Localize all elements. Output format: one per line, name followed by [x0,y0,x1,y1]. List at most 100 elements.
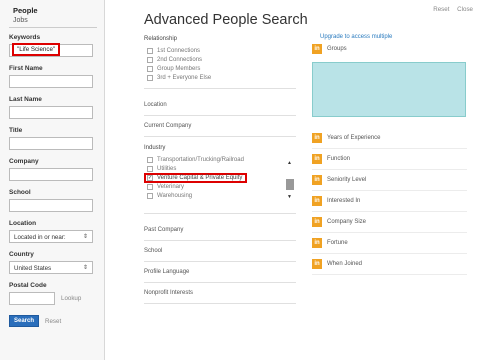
search-actions: Search Reset [9,315,104,327]
option-label: 1st Connections [157,47,201,54]
company-field[interactable] [9,168,93,181]
industry-title: Industry [144,145,166,151]
option-label: 3rd + Everyone Else [157,74,212,81]
profile-language-section[interactable]: Profile Language [144,262,296,283]
premium-filter-column: Upgrade to access multiple in Groups in Y… [312,34,467,275]
industry-option[interactable]: Transportation/Trucking/Railroad [147,155,296,164]
premium-filter[interactable]: in Fortune [312,233,467,254]
divider [144,88,296,89]
premium-filter[interactable]: in Function [312,149,467,170]
checkbox-icon[interactable] [147,192,153,199]
premium-filter[interactable]: in Seniority Level [312,170,467,191]
industry-option[interactable]: Warehousing [147,191,296,200]
first-name-label: First Name [9,65,43,72]
filter-label: Company Size [327,219,367,225]
keywords-label: Keywords [9,34,41,41]
divider [144,213,296,214]
checkbox-icon[interactable] [147,56,153,63]
postal-code-label: Postal Code [9,282,47,289]
premium-filter[interactable]: in When Joined [312,254,467,275]
close-link[interactable]: Close [457,6,473,13]
relationship-option[interactable]: 2nd Connections [147,55,296,64]
updown-caret-icon: ⇕ [82,234,88,240]
filter-label: Years of Experience [327,135,381,141]
postal-row: Lookup [9,292,104,305]
relationship-title: Relationship [144,36,178,42]
past-company-section[interactable]: Past Company [144,220,296,241]
updown-caret-icon: ⇕ [82,265,88,271]
tab-divider [9,27,97,28]
option-label: Warehousing [157,192,193,199]
first-name-field[interactable] [9,75,93,88]
relationship-option[interactable]: Group Members [147,64,296,73]
checkbox-icon[interactable] [147,47,153,54]
tab-jobs[interactable]: Jobs [13,17,104,24]
advanced-search-dialog: Advanced People Search Reset Close Relat… [105,0,480,360]
option-label: Utilities [157,165,177,172]
linkedin-badge-icon: in [312,259,322,269]
lookup-link[interactable]: Lookup [61,295,81,302]
current-company-section[interactable]: Current Company [144,116,296,137]
relationship-option[interactable]: 3rd + Everyone Else [147,73,296,82]
keywords-field[interactable]: "Life Science" [9,43,93,57]
checkbox-icon[interactable] [147,183,153,190]
title-label: Title [9,127,23,134]
linkedin-badge-icon: in [312,154,322,164]
postal-code-field[interactable] [9,292,55,305]
linkedin-badge-icon: in [312,217,322,227]
premium-filter[interactable]: in Years of Experience [312,128,467,149]
filter-label: Interested In [327,198,361,204]
location-section[interactable]: Location [144,95,296,116]
nonprofit-interests-section[interactable]: Nonprofit Interests [144,283,296,304]
industry-option-selected[interactable]: ✓ Venture Capital & Private Equity [144,172,296,183]
company-label: Company [9,158,39,165]
last-name-label: Last Name [9,96,42,103]
scroll-down-icon[interactable]: ▼ [287,194,292,200]
premium-filter[interactable]: in Interested In [312,191,467,212]
location-label: Location [9,220,37,227]
reset-link[interactable]: Reset [433,6,449,13]
last-name-field[interactable] [9,106,93,119]
location-select-value: Located in or near: [14,234,66,241]
page-title: Advanced People Search [144,12,308,28]
checkbox-icon[interactable] [147,74,153,81]
checkbox-icon[interactable] [147,65,153,72]
checkbox-icon[interactable] [147,165,153,172]
left-reset-link[interactable]: Reset [45,318,61,325]
linkedin-badge-icon: in [312,238,322,248]
country-select[interactable]: United States ⇕ [9,261,93,274]
relationship-option[interactable]: 1st Connections [147,46,296,55]
industry-option[interactable]: Veterinary [147,182,296,191]
title-field[interactable] [9,137,93,150]
linkedin-badge-icon: in [312,196,322,206]
linkedin-badge-icon: in [312,133,322,143]
groups-filter[interactable]: in Groups [312,43,467,54]
option-label: Veterinary [157,183,185,190]
search-button[interactable]: Search [9,315,40,327]
industry-scrollbar[interactable]: ▲ ▼ [286,160,294,208]
tab-people[interactable]: People [13,6,104,15]
filter-column: Relationship 1st Connections 2nd Connect… [144,36,296,304]
upgrade-link[interactable]: Upgrade to access multiple [320,34,467,40]
industry-section: Industry Transportation/Trucking/Railroa… [144,137,296,211]
filter-label: When Joined [327,261,363,267]
industry-list[interactable]: Transportation/Trucking/Railroad Utiliti… [144,155,296,211]
premium-filter[interactable]: in Company Size [312,212,467,233]
filter-label: Fortune [327,240,348,246]
country-select-value: United States [14,265,52,272]
checkbox-icon[interactable] [147,156,153,163]
option-label: Venture Capital & Private Equity [157,174,243,181]
scroll-up-icon[interactable]: ▲ [287,160,292,166]
location-select[interactable]: Located in or near: ⇕ [9,230,93,243]
school-field[interactable] [9,199,93,212]
keywords-value: "Life Science" [12,43,61,56]
country-label: Country [9,251,34,258]
highlight-box: ✓ Venture Capital & Private Equity [144,172,248,183]
scroll-thumb[interactable] [286,179,294,190]
groups-panel [312,62,466,117]
option-label: Transportation/Trucking/Railroad [157,156,244,163]
filter-label: Function [327,156,351,162]
checked-checkbox-icon[interactable]: ✓ [147,174,153,181]
school-section[interactable]: School [144,241,296,262]
left-filter-panel: People Jobs Keywords "Life Science" Firs… [0,0,105,360]
